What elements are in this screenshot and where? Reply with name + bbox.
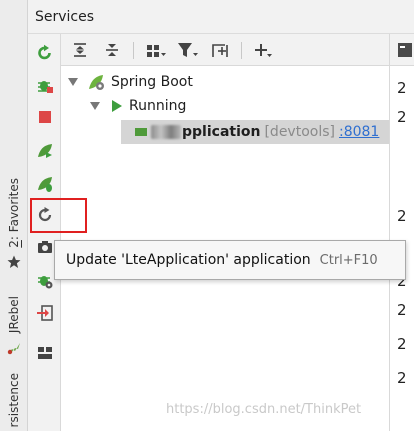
collapse-all-icon (106, 44, 118, 56)
left-tool-stripe: 2: Favorites JRebel rsistence (0, 0, 28, 431)
application-icon (135, 128, 147, 136)
obscured-app-name (151, 125, 181, 139)
layout-grid-icon (38, 347, 52, 359)
group-by-button[interactable] (141, 38, 171, 62)
expand-chevron-down-icon[interactable] (90, 102, 100, 110)
favorites-tab[interactable]: 2: Favorites (2, 178, 26, 248)
devtools-label: [devtools] (264, 124, 335, 140)
tree-node-spring-boot[interactable]: Spring Boot (61, 70, 389, 94)
debug-spring-button[interactable] (32, 171, 58, 197)
favorites-number: 2 (7, 240, 21, 248)
camera-icon (38, 241, 52, 253)
update-application-tooltip: Update 'LteApplication' application Ctrl… (54, 240, 406, 280)
spring-run-icon (38, 144, 52, 158)
spring-boot-label: Spring Boot (111, 74, 193, 90)
port-link[interactable]: :8081 (339, 124, 379, 140)
stop-icon (39, 111, 51, 123)
new-tab-icon (212, 44, 228, 57)
gutter-value: 2 (397, 79, 407, 97)
panel-title: Services (35, 8, 95, 25)
tooltip-shortcut: Ctrl+F10 (319, 252, 378, 268)
favorites-star-icon[interactable] (2, 252, 26, 272)
spring-debug-icon (38, 177, 52, 192)
tree-node-running[interactable]: Running (61, 94, 389, 118)
rerun-button[interactable] (32, 40, 58, 66)
console-gutter-panel: 2 2 2 2 2 2 2 2 (389, 34, 414, 431)
highlight-box (30, 198, 87, 233)
new-tab-button[interactable] (207, 38, 233, 62)
favorites-tab-label: : Favorites (7, 178, 21, 241)
expand-all-icon (74, 43, 86, 57)
expand-all-button[interactable] (67, 38, 93, 62)
open-in-run-button[interactable] (32, 300, 58, 326)
gutter-value: 2 (397, 369, 407, 387)
console-toolbar (390, 34, 414, 66)
running-play-icon (112, 100, 122, 112)
jrebel-icon[interactable] (2, 338, 26, 358)
services-top-toolbar (61, 34, 389, 66)
gutter-value: 2 (397, 207, 407, 225)
tooltip-text: Update 'LteApplication' application (66, 252, 311, 268)
application-name: pplication (182, 124, 261, 140)
stop-button[interactable] (32, 104, 58, 130)
debug-bug-icon (38, 81, 53, 93)
bug-settings-icon (38, 276, 53, 289)
layout-button[interactable] (32, 340, 58, 366)
gutter-value: 2 (397, 108, 407, 126)
rerun-icon (38, 44, 51, 60)
toolbar-separator (133, 42, 134, 59)
services-header: Services (28, 0, 414, 34)
group-by-icon (147, 45, 166, 57)
jrebel-tab[interactable]: JRebel (2, 292, 26, 338)
gutter-value: 2 (397, 335, 407, 353)
add-plus-icon (255, 44, 272, 57)
filter-funnel-icon (178, 43, 198, 57)
console-icon[interactable] (398, 43, 412, 57)
debug-button[interactable] (32, 72, 58, 98)
expand-chevron-down-icon[interactable] (68, 78, 78, 86)
spring-boot-icon (89, 74, 104, 90)
collapse-all-button[interactable] (99, 38, 125, 62)
add-service-button[interactable] (249, 38, 277, 62)
running-label: Running (129, 98, 187, 114)
toolbar-separator (241, 42, 242, 59)
persistence-tab[interactable]: rsistence (2, 370, 26, 431)
tree-node-application[interactable]: pplication [devtools] :8081 (121, 120, 389, 144)
jrebel-tab-label: JRebel (7, 296, 21, 334)
import-arrow-icon (37, 305, 53, 321)
persistence-tab-label: rsistence (7, 373, 21, 428)
filter-button[interactable] (173, 38, 203, 62)
run-spring-button[interactable] (32, 138, 58, 164)
gutter-value: 2 (397, 301, 407, 319)
watermark: https://blog.csdn.net/ThinkPet (166, 402, 362, 417)
